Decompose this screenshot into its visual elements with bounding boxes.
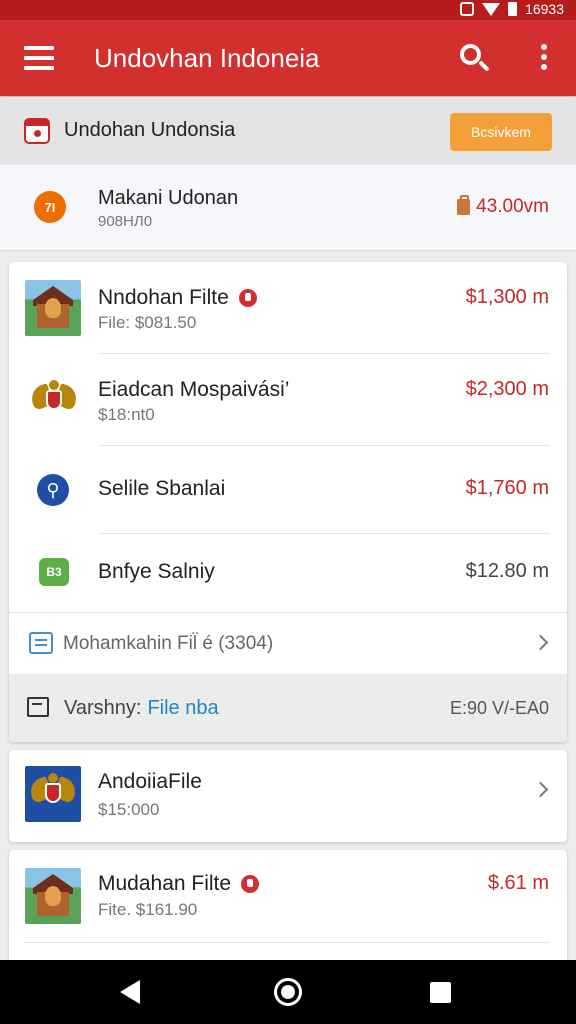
chevron-right-icon <box>532 781 549 798</box>
summary-subtitle: 908НЛ0 <box>98 213 153 230</box>
temple-thumbnail <box>25 868 81 924</box>
list-item[interactable]: ⚲ Selile Sbanlai $1,760 m <box>9 446 567 534</box>
list-item-title: Nndohan Filte <box>98 286 257 310</box>
divider <box>25 942 550 943</box>
subheader-title: Undohan Undonsia <box>64 119 236 141</box>
navigation-bar <box>0 960 576 1024</box>
card-subtitle: $15:000 <box>98 800 160 819</box>
temple-thumbnail <box>25 280 81 336</box>
andoia-file-card[interactable]: AndoiiaFile $15:000 <box>9 750 567 842</box>
back-icon[interactable] <box>120 980 140 1004</box>
list-item-amount: $12.80 m <box>465 560 549 582</box>
status-icons: 16933 <box>460 1 564 17</box>
band-label-text: Varshny: <box>64 697 142 719</box>
list-item-amount: $2,300 m <box>465 378 549 400</box>
calendar-icon <box>24 118 50 144</box>
menu-icon[interactable] <box>24 46 56 70</box>
card-title: AndoiiaFile <box>98 770 202 793</box>
garuda-emblem-icon <box>27 380 81 422</box>
app-title: Undovhan Indoneia <box>94 43 320 73</box>
summary-row[interactable]: 7I Makani Udonan 908НЛ0 43.00vm <box>0 165 576 251</box>
card-subtitle: Fite. $161.90 <box>98 900 198 919</box>
battery-icon <box>508 2 518 16</box>
status-time: 16933 <box>525 1 564 17</box>
file-icon <box>27 697 49 717</box>
home-icon[interactable] <box>274 978 302 1006</box>
card-amount: $.61 m <box>487 872 549 894</box>
list-item-amount: $1,300 m <box>465 286 549 308</box>
last-file-card[interactable]: Mudahan Filte Fite. $161.90 $.61 m <box>9 850 567 970</box>
list-item-title: Selile Sbanlai <box>98 477 226 500</box>
list-item[interactable]: Eiadcan Mospaivási’ $18:nt0 $2,300 m <box>9 354 567 446</box>
download-button[interactable]: Bcsivkem <box>450 113 552 151</box>
status-bar: 16933 <box>0 0 576 20</box>
list-item[interactable]: Nndohan Filte File: $081.50 $1,300 m <box>9 262 567 354</box>
alert-badge-icon <box>241 875 260 893</box>
green-app-icon: B3 <box>39 558 69 586</box>
more-files-label: Mohamkahin Fil̈ é (3304) <box>63 633 274 654</box>
app-bar: Undovhan Indoneia <box>0 20 576 96</box>
wifi-icon <box>482 2 501 16</box>
summary-amount: 43.00vm <box>457 195 549 218</box>
card-title: Mudahan Filte <box>98 872 260 896</box>
alert-badge-icon <box>238 289 257 307</box>
more-files-row[interactable]: Mohamkahin Fil̈ é (3304) <box>9 612 567 674</box>
file-list-card: Nndohan Filte File: $081.50 $1,300 m Eia… <box>9 262 567 742</box>
garuda-emblem-icon <box>26 773 80 815</box>
list-item-title: Eiadcan Mospaivási’ <box>98 378 290 401</box>
bag-icon <box>457 195 471 215</box>
band-label: Varshny: File nba <box>64 697 219 720</box>
list-item-title-text: Nndohan Filte <box>98 286 229 309</box>
orange-circle-icon: 7I <box>34 191 66 223</box>
list-item-subtitle: File: $081.50 <box>98 313 197 332</box>
recents-icon[interactable] <box>430 982 451 1003</box>
list-item-amount: $1,760 m <box>465 477 549 499</box>
more-vert-icon[interactable] <box>538 44 550 74</box>
list-item-title: Bnfye Salniy <box>98 560 215 583</box>
summary-title: Makani Udonan <box>98 187 239 209</box>
file-link[interactable]: File nba <box>147 697 218 719</box>
blue-circle-icon: ⚲ <box>37 474 69 506</box>
list-item[interactable]: B3 Bnfye Salniy $12.80 m <box>9 534 567 612</box>
band-value: E:90 V/-EA0 <box>449 698 549 718</box>
card-title-text: Mudahan Filte <box>98 872 232 895</box>
summary-band: Varshny: File nba E:90 V/-EA0 <box>9 674 567 742</box>
vibrate-icon <box>460 2 475 16</box>
list-item-subtitle: $18:nt0 <box>98 405 155 424</box>
emblem-thumbnail <box>25 766 81 822</box>
search-icon[interactable] <box>460 44 490 74</box>
summary-amount-text: 43.00vm <box>476 196 549 217</box>
document-icon <box>29 632 53 654</box>
chevron-right-icon <box>532 634 549 651</box>
